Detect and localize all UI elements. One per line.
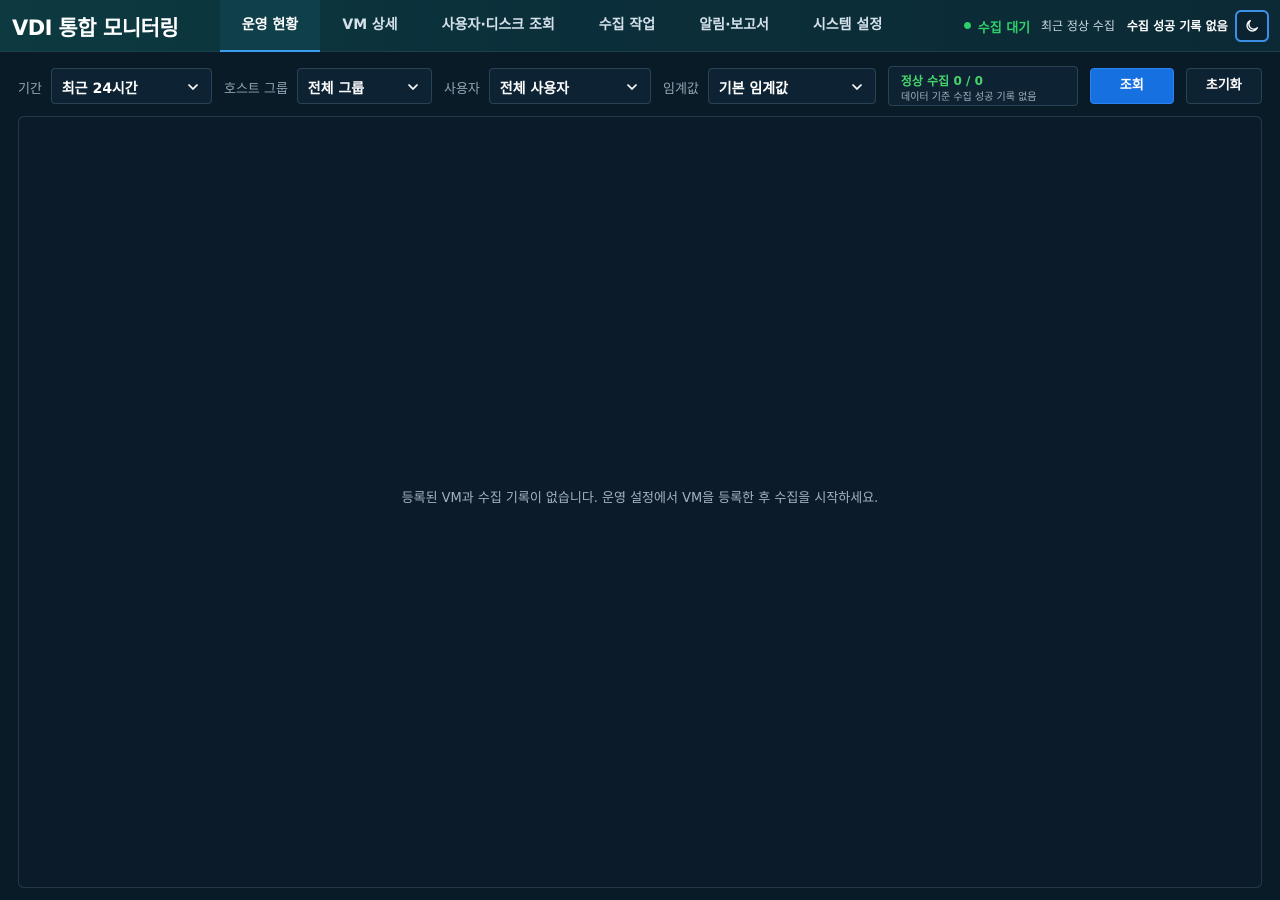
user-label: 사용자: [444, 82, 480, 97]
chevron-down-icon: [188, 84, 198, 90]
app-title: VDI 통합 모니터링: [12, 16, 179, 40]
collection-status: 수집 대기: [978, 21, 1031, 36]
user-select-value: 전체 사용자: [500, 81, 570, 97]
main-content-panel: 등록된 VM과 수집 기록이 없습니다. 운영 설정에서 VM을 등록한 후 수…: [18, 116, 1262, 888]
host-group-select-value: 전체 그룹: [308, 81, 365, 97]
host-group-select[interactable]: 전체 그룹: [297, 68, 432, 104]
tab-system-settings[interactable]: 시스템 설정: [791, 0, 904, 52]
query-button[interactable]: 조회: [1090, 68, 1174, 104]
chevron-down-icon: [852, 84, 862, 90]
period-select-value: 최근 24시간: [62, 81, 138, 97]
main-nav: 운영 현황 VM 상세 사용자·디스크 조회 수집 작업 알림·보고서 시스템 …: [220, 0, 904, 52]
period-label: 기간: [18, 82, 42, 97]
chevron-down-icon: [627, 84, 637, 90]
chevron-down-icon: [408, 84, 418, 90]
threshold-label: 임계값: [663, 82, 699, 97]
tab-user-disk-query[interactable]: 사용자·디스크 조회: [420, 0, 577, 52]
empty-state-message: 등록된 VM과 수집 기록이 없습니다. 운영 설정에서 VM을 등록한 후 수…: [401, 491, 879, 506]
summary-subtitle: 데이터 기준 수집 성공 기록 없음: [901, 92, 1037, 103]
last-collection-value: 수집 성공 기록 없음: [1127, 19, 1228, 33]
host-group-label: 호스트 그룹: [224, 82, 288, 97]
tab-vm-detail[interactable]: VM 상세: [320, 0, 419, 52]
period-select[interactable]: 최근 24시간: [51, 68, 212, 104]
theme-toggle-button[interactable]: [1235, 10, 1269, 42]
moon-icon: [1246, 20, 1258, 32]
top-navigation-bar: VDI 통합 모니터링 운영 현황 VM 상세 사용자·디스크 조회 수집 작업…: [0, 0, 1280, 52]
summary-title: 정상 수집 0 / 0: [901, 74, 983, 88]
last-collection-label: 최근 정상 수집: [1041, 19, 1115, 33]
threshold-select-value: 기본 임계값: [719, 81, 789, 97]
status-dot-icon: [964, 22, 971, 29]
user-select[interactable]: 전체 사용자: [489, 68, 651, 104]
threshold-select[interactable]: 기본 임계값: [708, 68, 876, 104]
reset-button[interactable]: 초기화: [1186, 68, 1262, 104]
tab-collection-jobs[interactable]: 수집 작업: [577, 0, 677, 52]
tab-operations-status[interactable]: 운영 현황: [220, 0, 321, 52]
tab-alerts-reports[interactable]: 알림·보고서: [677, 0, 791, 52]
collection-summary-card: 정상 수집 0 / 0 데이터 기준 수집 성공 기록 없음: [888, 66, 1078, 106]
